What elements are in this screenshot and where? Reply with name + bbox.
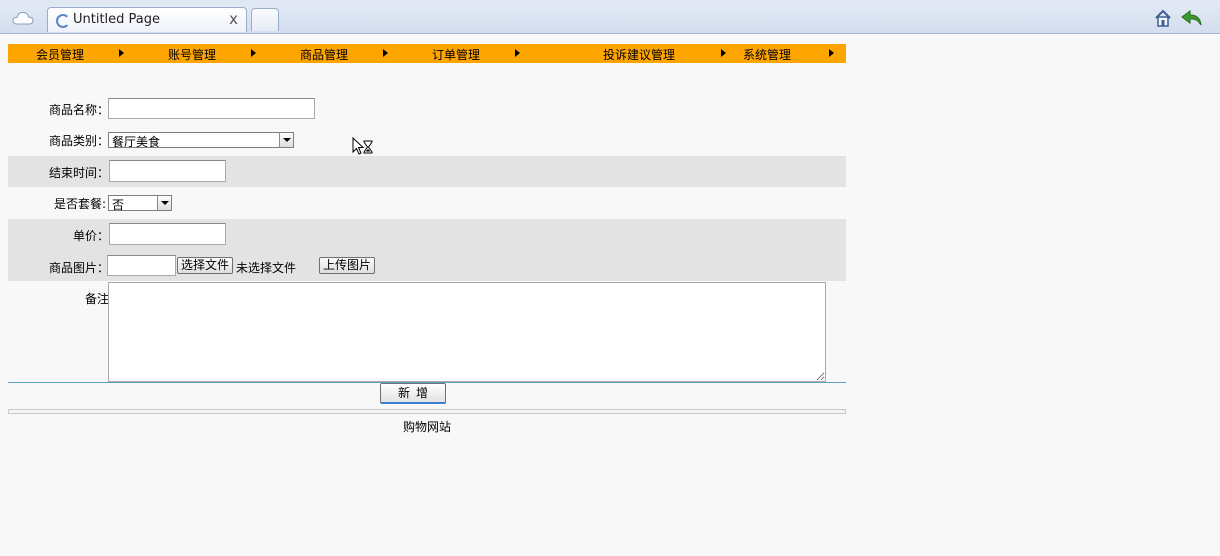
nav-label: 投诉建议管理 [603,48,676,62]
footer-text: 购物网站 [402,420,451,434]
product-name-label: 商品名称： [49,103,110,117]
product-category-value: 餐厅美食 [112,135,161,149]
caret-right-icon [383,49,388,57]
is-package-label: 是否套餐: [54,197,107,211]
end-time-label: 结束时间： [49,166,110,180]
product-name-input[interactable] [108,98,315,119]
remarks-label: 备注 [85,292,110,306]
loading-spinner-icon [56,14,70,28]
nav-item-member-management[interactable]: 会员管理 [8,44,140,63]
nav-label: 会员管理 [36,48,85,62]
is-package-value: 否 [112,198,125,212]
upload-image-button[interactable]: 上传图片 [319,257,375,274]
main-nav-bar: 会员管理 账号管理 商品管理 订单管理 投诉建议管理 系统管理 [8,44,846,63]
nav-label: 订单管理 [432,48,481,62]
nav-item-system-management[interactable]: 系统管理 [714,44,846,63]
nav-item-complaint-management[interactable]: 投诉建议管理 [576,44,726,63]
caret-right-icon [251,49,256,57]
row-end-time: 结束时间： [8,156,846,187]
product-image-label: 商品图片： [49,261,110,275]
chevron-down-icon[interactable] [157,196,171,210]
nav-item-product-management[interactable]: 商品管理 [272,44,404,63]
is-package-select[interactable]: 否 [108,195,172,212]
browser-tab-bar: Untitled Page x [0,0,1220,34]
nav-item-order-management[interactable]: 订单管理 [404,44,576,63]
price-input[interactable] [109,223,226,245]
remarks-textarea[interactable] [108,282,826,382]
close-tab-icon[interactable]: x [229,10,238,28]
cloud-icon[interactable] [12,10,34,26]
row-price-and-image: 单价： 商品图片： 选择文件 未选择文件 上传图片 [8,219,846,281]
tab-untitled-page[interactable]: Untitled Page x [47,7,247,32]
caret-right-icon [119,49,124,57]
row-product-category: 商品类别： 餐厅美食 [8,125,846,155]
add-button[interactable]: 新增 [380,383,446,404]
tab-title: Untitled Page [73,12,161,27]
caret-right-icon [515,49,520,57]
row-remarks: 备注 [8,282,846,383]
no-file-chosen-text: 未选择文件 [236,261,297,275]
back-arrow-icon[interactable] [1181,9,1203,27]
product-category-label: 商品类别： [49,134,110,148]
image-path-input[interactable] [107,255,176,276]
nav-label: 系统管理 [743,48,792,62]
chevron-down-icon[interactable] [279,133,293,147]
end-time-input[interactable] [109,160,226,182]
row-product-name: 商品名称： [8,94,846,124]
toolbar-strip [0,0,1220,5]
caret-right-icon [829,49,834,57]
footer-divider [8,409,846,414]
nav-item-account-management[interactable]: 账号管理 [140,44,272,63]
nav-label: 账号管理 [168,48,217,62]
new-tab-button[interactable] [251,8,279,31]
home-icon[interactable] [1154,9,1172,27]
product-category-select[interactable]: 餐厅美食 [108,132,294,149]
busy-cursor-icon [352,137,373,155]
choose-file-button[interactable]: 选择文件 [177,257,233,274]
row-is-package: 是否套餐: 否 [8,188,846,218]
price-label: 单价： [73,229,110,243]
nav-label: 商品管理 [300,48,349,62]
